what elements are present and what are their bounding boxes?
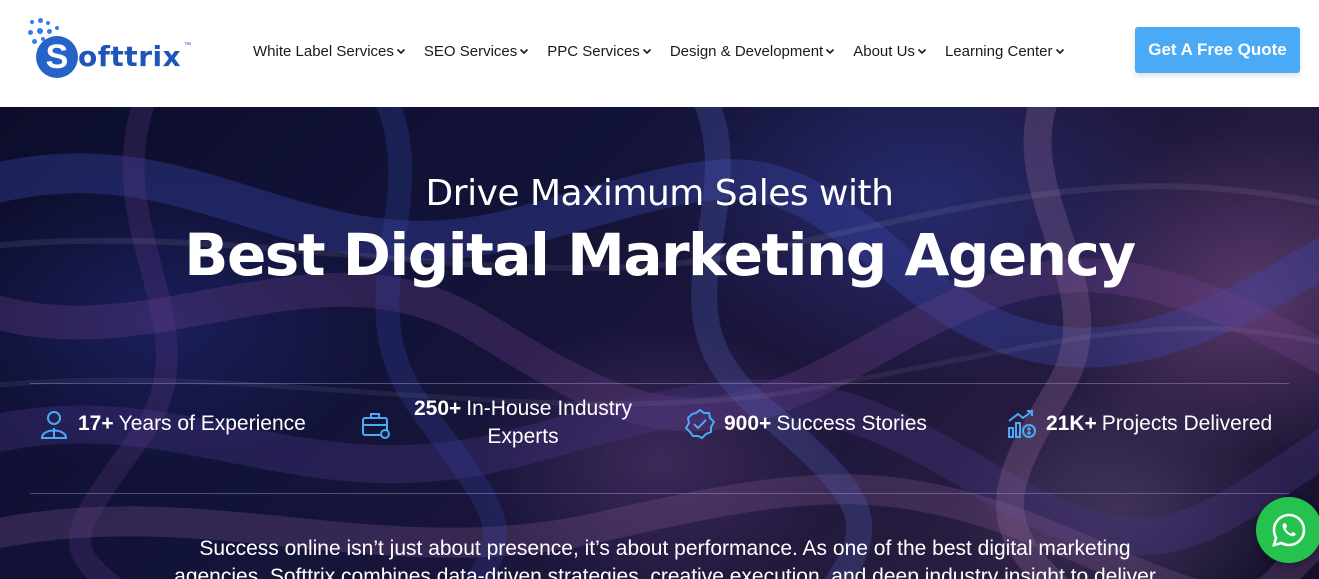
chevron-down-icon: [1055, 48, 1064, 55]
stat-in-house-experts: 250+ In-House Industry Experts: [360, 395, 646, 451]
chevron-down-icon: [826, 48, 835, 55]
main-nav: White Label Services SEO Services PPC Se…: [253, 41, 1083, 61]
stat-label: In-House Industry: [466, 397, 633, 420]
nav-white-label-services[interactable]: White Label Services: [253, 41, 406, 61]
growth-chart-icon: [1008, 410, 1036, 438]
stat-projects-delivered: 21K+ Projects Delivered: [1006, 408, 1272, 440]
hero-description-line1: Success online isn’t just about presence…: [199, 537, 1131, 560]
stat-success-stories: 900+ Success Stories: [684, 408, 927, 440]
nav-ppc-services[interactable]: PPC Services: [547, 41, 652, 61]
softtrix-logo[interactable]: S ofttrix ™: [28, 18, 198, 84]
nav-label: Design & Development: [669, 42, 824, 60]
stat-text-block: 250+ In-House Industry Experts: [400, 395, 646, 451]
whatsapp-icon: [1272, 513, 1306, 547]
stat-value: 17+: [78, 412, 114, 435]
stats-top-divider: [30, 383, 1289, 384]
logo-s-mark: S: [36, 36, 78, 78]
hero-description-line2: agencies, Softtrix combines data-driven …: [174, 565, 1156, 579]
stat-label: Success Stories: [776, 412, 927, 435]
chevron-down-icon: [917, 48, 927, 55]
nav-seo-services[interactable]: SEO Services: [424, 41, 529, 61]
chevron-down-icon: [520, 48, 529, 55]
briefcase-icon: [362, 413, 390, 439]
whatsapp-button[interactable]: [1256, 497, 1319, 563]
nav-label: SEO Services: [423, 42, 518, 60]
verified-check-icon: [684, 408, 716, 440]
site-header: S ofttrix ™ White Label Services SEO Ser…: [0, 0, 1319, 107]
stat-label-line2: Experts: [487, 425, 559, 448]
stats-bottom-divider: [30, 493, 1289, 494]
nav-label: PPC Services: [547, 42, 640, 60]
hero-description: Success online isn’t just about presence…: [160, 535, 1170, 579]
chevron-down-icon: [396, 48, 405, 55]
nav-learning-center[interactable]: Learning Center: [945, 41, 1065, 61]
stat-label: Years of Experience: [118, 412, 306, 435]
hero-subtitle: Drive Maximum Sales with: [425, 173, 894, 214]
stat-value: 250+: [413, 397, 462, 420]
stat-label: Projects Delivered: [1101, 412, 1273, 435]
logo-wordmark: ofttrix: [78, 40, 182, 73]
nav-label: White Label Services: [253, 42, 394, 60]
nav-label: About Us: [853, 42, 915, 60]
logo-trademark: ™: [184, 42, 191, 49]
nav-design-development[interactable]: Design & Development: [670, 41, 835, 61]
stat-value: 21K+: [1046, 412, 1097, 435]
get-free-quote-button[interactable]: Get A Free Quote: [1135, 27, 1300, 73]
hero-section: Drive Maximum Sales with Best Digital Ma…: [0, 107, 1319, 579]
chevron-down-icon: [642, 48, 651, 55]
hero-title: Best Digital Marketing Agency: [184, 221, 1136, 289]
nav-about-us[interactable]: About Us: [853, 41, 927, 61]
nav-label: Learning Center: [944, 42, 1053, 60]
user-badge-icon: [40, 411, 68, 439]
stat-years-experience: 17+ Years of Experience: [38, 408, 306, 440]
stat-value: 900+: [724, 412, 772, 435]
